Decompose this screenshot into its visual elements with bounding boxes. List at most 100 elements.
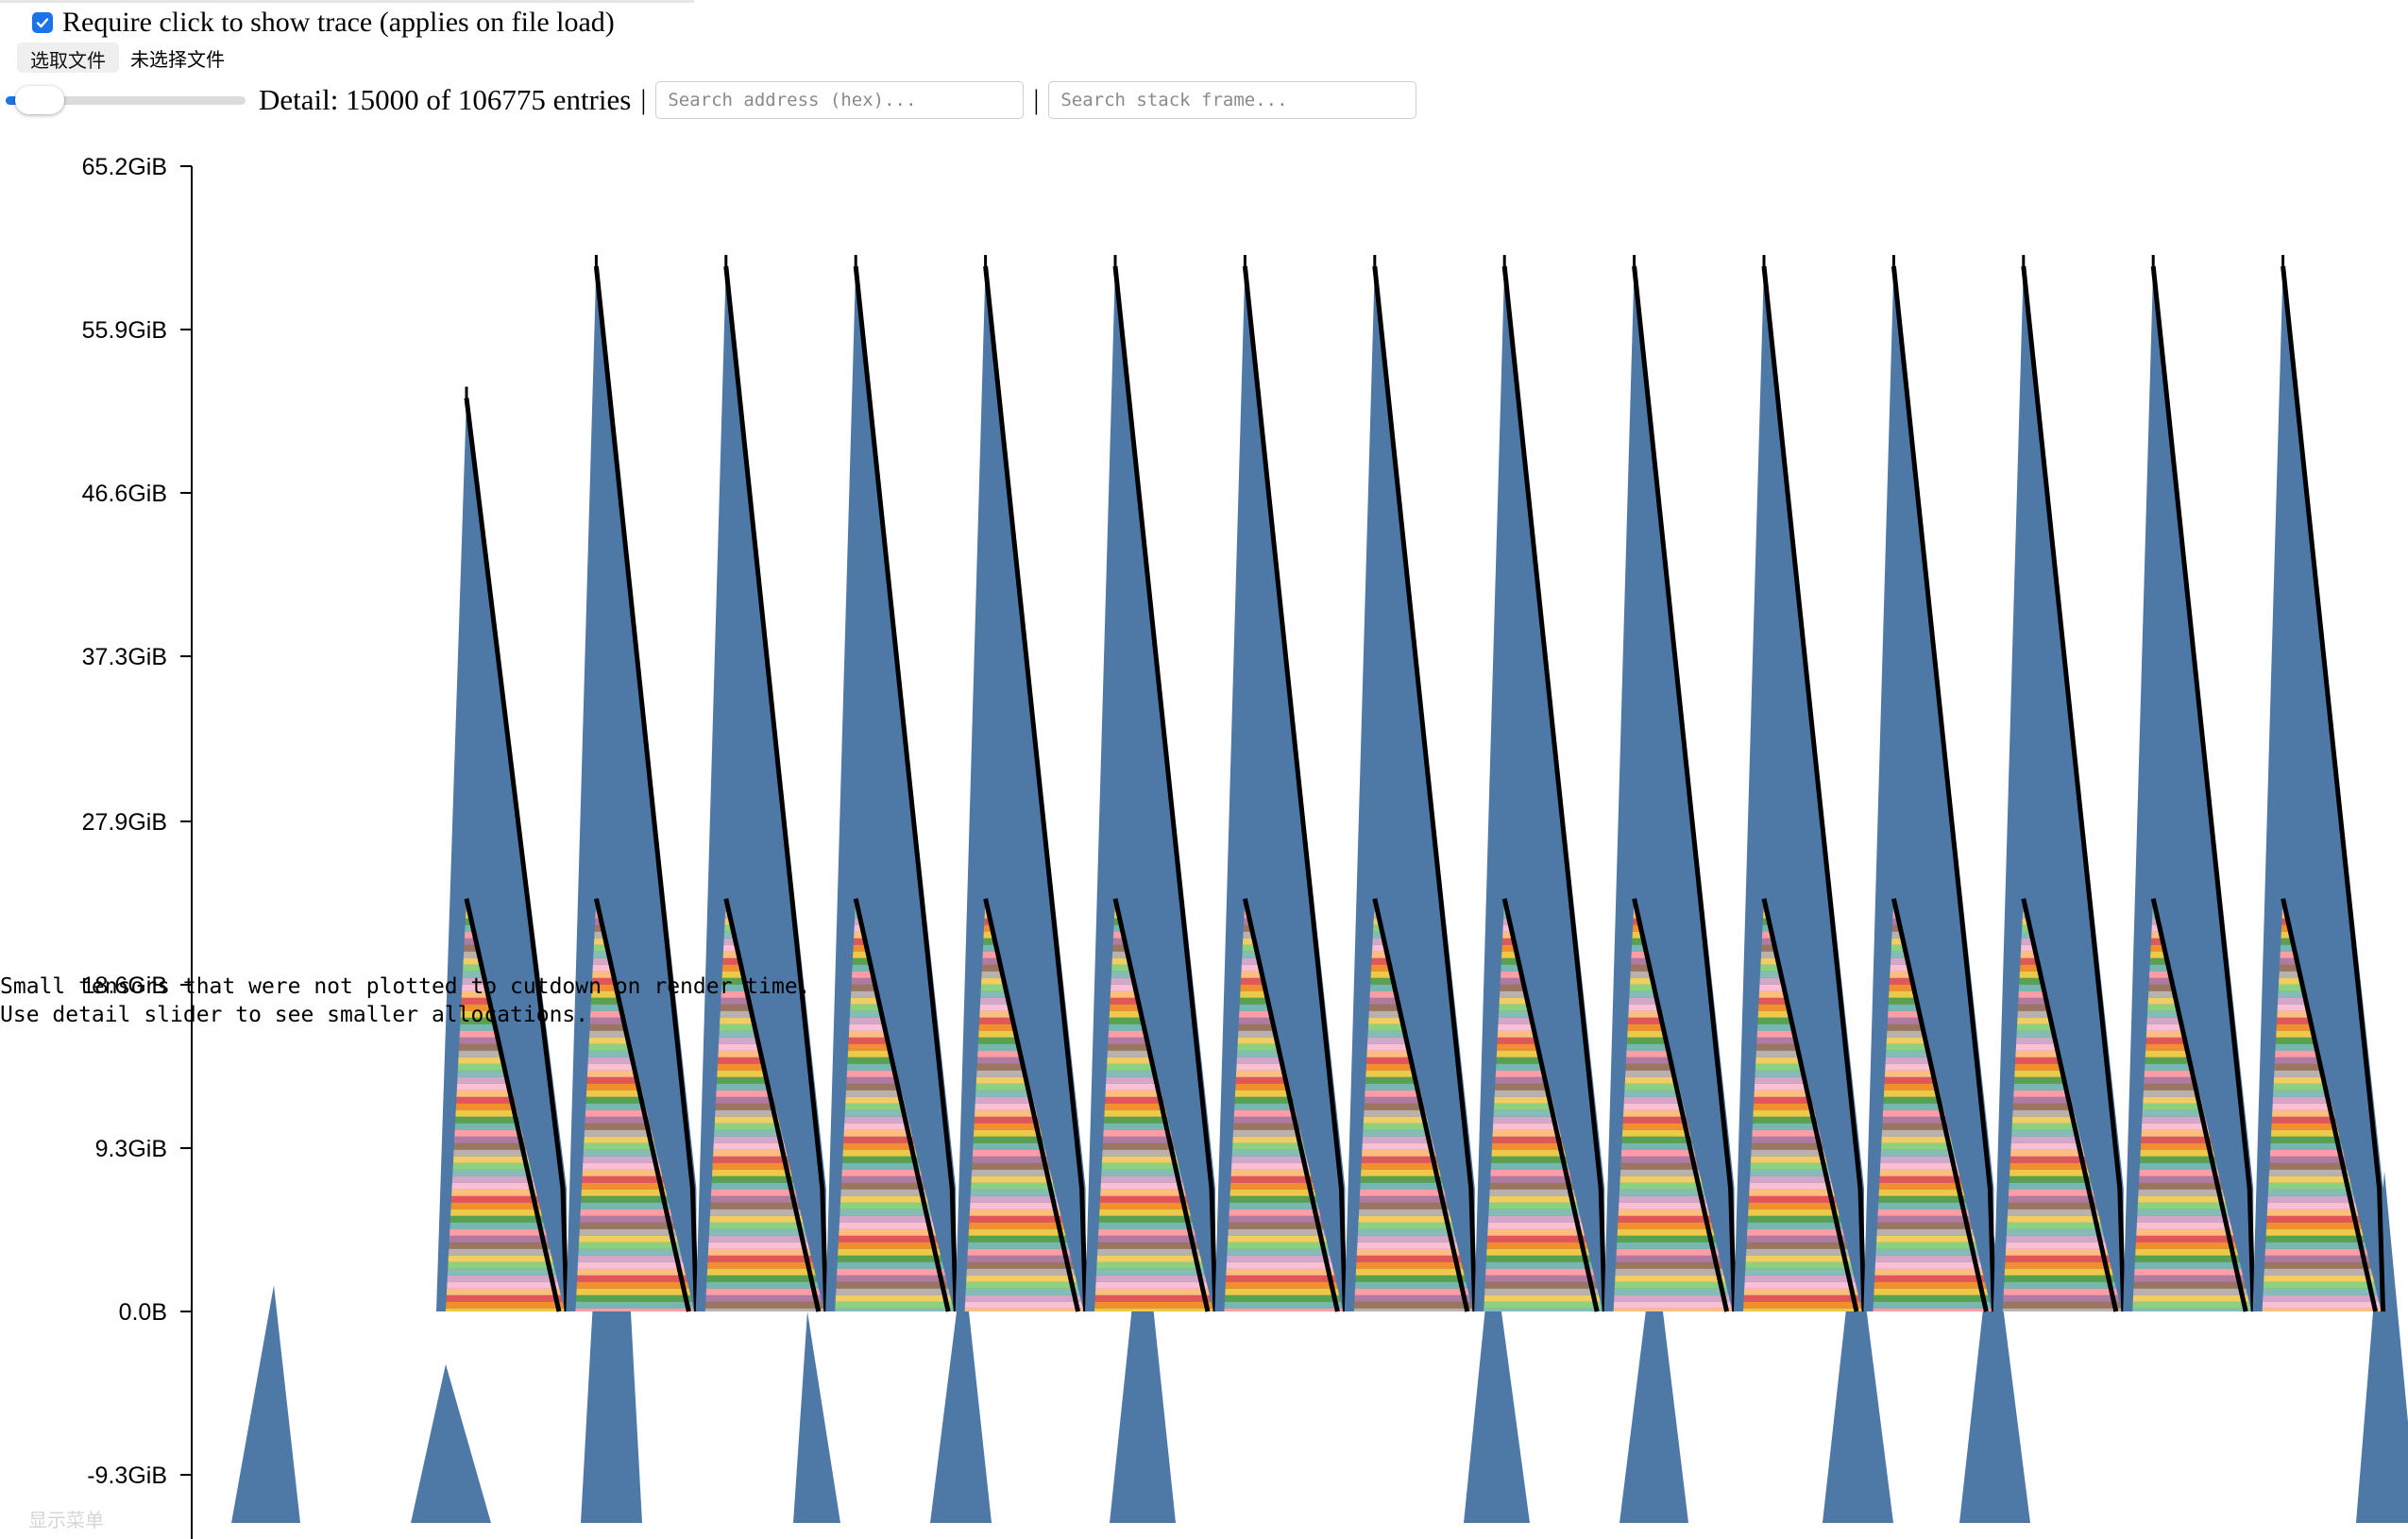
choose-file-button[interactable]: 选取文件: [17, 42, 119, 73]
allocation-stripe: [1353, 1308, 1473, 1312]
allocation-stripe: [1224, 1294, 1344, 1302]
allocation-stripe: [835, 1281, 955, 1289]
allocation-stripe: [964, 1294, 1084, 1302]
file-status: 未选择文件: [130, 47, 225, 71]
allocation-stripe: [2132, 1308, 2252, 1312]
allocation-stripe: [1094, 1281, 1213, 1289]
allocation-stripe: [1873, 1275, 1993, 1282]
allocation-stripe: [2132, 1294, 2252, 1302]
allocation-stripe: [1873, 1242, 1993, 1249]
background-allocation-spike: [793, 1311, 840, 1523]
allocation-stripe: [704, 1301, 824, 1309]
allocation-stripe: [2262, 1294, 2382, 1302]
allocation-stripe: [1224, 1281, 1344, 1289]
allocation-stripe: [575, 1301, 695, 1309]
allocation-stripe: [1094, 1275, 1213, 1282]
allocation-stripe: [1224, 1275, 1344, 1282]
top-divider: [0, 0, 694, 3]
separator: |: [1033, 84, 1040, 115]
allocation-stripe: [964, 1275, 1084, 1282]
allocation-stripe: [1353, 1301, 1473, 1309]
trace-checkbox[interactable]: [32, 12, 53, 33]
allocation-stripe: [1484, 1275, 1603, 1282]
allocation-stripe: [1484, 1294, 1603, 1302]
allocation-stripe: [964, 1281, 1084, 1289]
allocation-stripe: [1873, 1288, 1993, 1295]
y-tick-label: 37.3GiB: [82, 644, 167, 670]
allocation-stripe: [575, 1281, 695, 1289]
allocation-stripe: [835, 1301, 955, 1309]
allocation-stripe: [1484, 1242, 1603, 1249]
allocation-stripe: [1353, 1281, 1473, 1289]
allocation-stripe: [2132, 1288, 2252, 1295]
allocation-stripe: [1224, 1242, 1344, 1249]
file-picker-row: 选取文件 未选择文件: [17, 42, 225, 74]
allocation-stripe: [2132, 1275, 2252, 1282]
allocation-stripe: [1743, 1308, 1862, 1312]
allocation-stripe: [1743, 1294, 1862, 1302]
allocation-stripe: [2262, 1275, 2382, 1282]
slider-thumb[interactable]: [15, 86, 65, 114]
allocation-stripe: [1224, 1301, 1344, 1309]
allocation-stripe: [1353, 1288, 1473, 1295]
checkmark-icon: [36, 18, 49, 28]
allocation-stripe: [575, 1294, 695, 1302]
allocation-stripe: [1873, 1294, 1993, 1302]
trace-checkbox-label[interactable]: Require click to show trace (applies on …: [62, 7, 615, 39]
y-tick-label: 55.9GiB: [82, 317, 167, 344]
allocation-stripe: [1353, 1294, 1473, 1302]
small-tensor-notice-line2: Use detail slider to see smaller allocat…: [0, 1003, 588, 1027]
allocation-stripe: [704, 1281, 824, 1289]
allocation-stripe: [835, 1242, 955, 1249]
allocation-stripe: [446, 1288, 565, 1295]
search-address-input[interactable]: [655, 81, 1025, 119]
small-tensor-notice-line1: Small tensors that were not plotted to c…: [0, 974, 811, 999]
memory-timeline-chart[interactable]: 65.2GiB55.9GiB46.6GiB37.3GiB27.9GiB18.6G…: [0, 123, 2408, 1539]
show-menu-hint[interactable]: 显示菜单: [28, 1509, 104, 1531]
y-tick-label: 65.2GiB: [82, 154, 167, 180]
allocation-stripe: [446, 1242, 565, 1249]
allocation-stripe: [446, 1308, 565, 1312]
allocation-stripe: [2002, 1242, 2122, 1249]
allocation-stripe: [446, 1275, 565, 1282]
allocation-stripe: [2132, 1242, 2252, 1249]
y-tick-label: 0.0B: [119, 1299, 167, 1326]
allocation-stripe: [2262, 1242, 2382, 1249]
allocation-stripe: [575, 1242, 695, 1249]
allocation-stripe: [964, 1288, 1084, 1295]
allocation-stripe: [2262, 1288, 2382, 1295]
detail-slider[interactable]: [6, 86, 246, 114]
allocation-stripe: [1094, 1288, 1213, 1295]
search-frame-input[interactable]: [1048, 81, 1417, 119]
allocation-stripe: [964, 1301, 1084, 1309]
allocation-stripe: [575, 1308, 695, 1312]
allocation-stripe: [1743, 1288, 1862, 1295]
background-allocation-spike: [231, 1285, 300, 1523]
allocation-stripe: [446, 1281, 565, 1289]
allocation-stripe: [1224, 1308, 1344, 1312]
allocation-stripe: [2262, 1281, 2382, 1289]
trace-option-row: Require click to show trace (applies on …: [32, 6, 615, 40]
allocation-stripe: [1743, 1301, 1862, 1309]
allocation-stripe: [1743, 1281, 1862, 1289]
allocation-stripe: [835, 1308, 955, 1312]
allocation-stripe: [2132, 1301, 2252, 1309]
allocation-stripe: [964, 1308, 1084, 1312]
allocation-stripe: [2002, 1294, 2122, 1302]
allocation-stripe: [2002, 1308, 2122, 1312]
allocation-stripe: [2262, 1301, 2382, 1309]
allocation-stripe: [2262, 1308, 2382, 1312]
allocation-stripe: [704, 1294, 824, 1302]
allocation-stripe: [1353, 1242, 1473, 1249]
y-tick-label: 46.6GiB: [82, 481, 167, 507]
allocation-stripe: [575, 1275, 695, 1282]
allocation-stripe: [835, 1288, 955, 1295]
allocation-stripe: [1743, 1242, 1862, 1249]
allocation-stripe: [1353, 1275, 1473, 1282]
allocation-stripe: [1613, 1308, 1733, 1312]
allocation-stripe: [1613, 1242, 1733, 1249]
allocation-stripe: [2132, 1281, 2252, 1289]
allocation-stripe: [704, 1242, 824, 1249]
allocation-stripe: [704, 1288, 824, 1295]
toolbar-row: Detail: 15000 of 106775 entries | |: [6, 77, 1417, 123]
